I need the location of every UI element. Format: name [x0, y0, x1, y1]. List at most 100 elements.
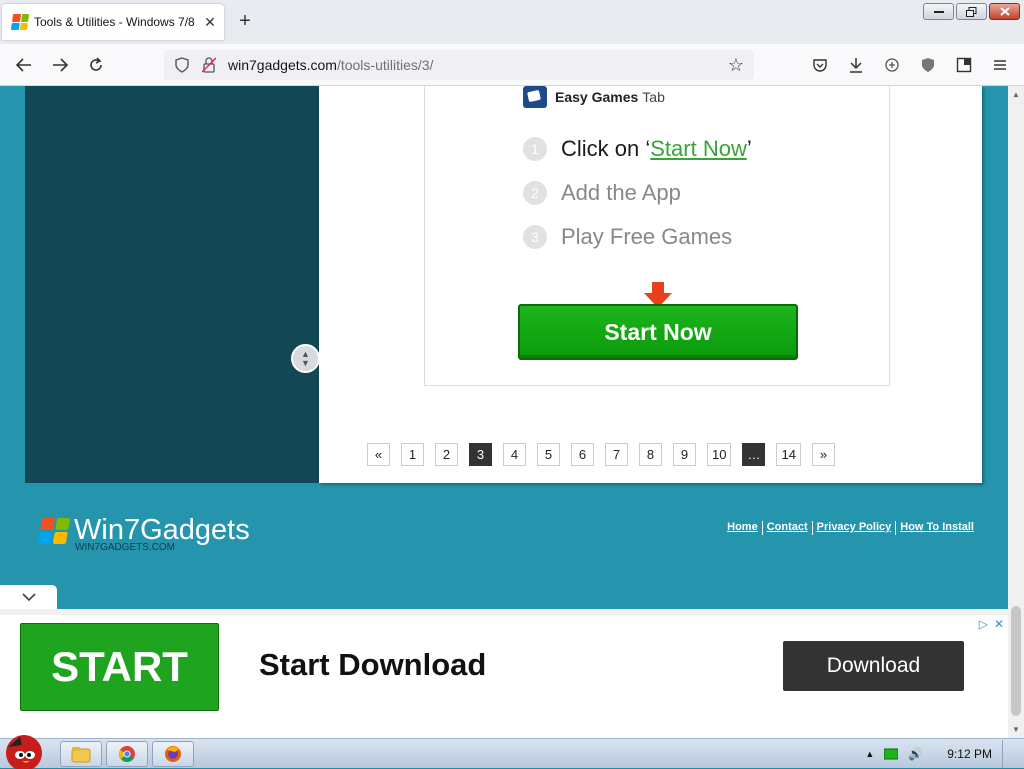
- scroll-toggle-button[interactable]: ▲ ▼: [291, 344, 320, 373]
- scrollbar-thumb[interactable]: [1011, 606, 1021, 716]
- restore-button[interactable]: [956, 3, 987, 20]
- download-icon: [850, 58, 862, 73]
- scroll-down-icon[interactable]: ▼: [1012, 725, 1020, 734]
- windows-flag-icon: [37, 518, 71, 544]
- page-14[interactable]: 14: [776, 443, 801, 466]
- minimize-icon: [933, 10, 944, 13]
- new-tab-button[interactable]: +: [234, 10, 256, 32]
- pocket-icon: [813, 59, 827, 72]
- back-arrow-icon: [16, 58, 31, 72]
- navigation-toolbar: win7gadgets.com/tools-utilities/3/ ☆: [0, 44, 1024, 86]
- tab-tools-utilities[interactable]: Tools & Utilities - Windows 7/8 ✕: [2, 4, 224, 40]
- ad-download-button[interactable]: Download: [783, 641, 964, 691]
- lock-warning-icon: [202, 57, 216, 73]
- minimize-button[interactable]: [923, 3, 954, 20]
- close-icon: [999, 7, 1010, 16]
- network-icon[interactable]: [884, 748, 899, 760]
- screenshot-button[interactable]: [952, 53, 976, 77]
- taskbar-firefox[interactable]: [152, 741, 194, 767]
- windows-taskbar: ▲ 🔊 9:12 PM: [0, 735, 1024, 769]
- window-controls: [923, 3, 1020, 20]
- folder-icon: [71, 747, 91, 763]
- tab-close-icon[interactable]: ✕: [202, 14, 218, 31]
- page-next[interactable]: »: [811, 443, 835, 466]
- menu-button[interactable]: [988, 53, 1012, 77]
- volume-icon[interactable]: 🔊: [908, 747, 923, 761]
- ad-close-icon[interactable]: ✕: [994, 617, 1004, 631]
- bottom-banner-ad: ▷ ✕ START Start Download Download: [0, 609, 1008, 738]
- tray-expand-icon[interactable]: ▲: [865, 749, 874, 759]
- extension-icon: [885, 58, 899, 72]
- page-10[interactable]: 10: [707, 443, 732, 466]
- page-3-current: 3: [469, 443, 492, 466]
- page-ellipsis: …: [742, 443, 766, 466]
- scroll-up-icon[interactable]: ▲: [1012, 90, 1020, 99]
- page-7[interactable]: 7: [605, 443, 628, 466]
- forward-button[interactable]: [48, 53, 72, 77]
- system-tray: ▲ 🔊 9:12 PM: [865, 739, 1014, 769]
- downloads-button[interactable]: [844, 53, 868, 77]
- pocket-button[interactable]: [808, 53, 832, 77]
- bookmark-star-icon[interactable]: ☆: [728, 55, 744, 76]
- page-8[interactable]: 8: [639, 443, 662, 466]
- chevron-down-icon: ▼: [301, 357, 310, 368]
- restore-icon: [966, 6, 977, 17]
- shield-icon: [175, 57, 189, 73]
- show-desktop-button[interactable]: [1002, 740, 1014, 768]
- page-2[interactable]: 2: [435, 443, 458, 466]
- web-page: Easy Games Tab 1 Click on ‘Start Now’ 2 A…: [0, 86, 1008, 738]
- back-button[interactable]: [12, 53, 36, 77]
- hamburger-menu-icon: [994, 60, 1006, 70]
- easy-games-ad: Easy Games Tab 1 Click on ‘Start Now’ 2 A…: [424, 86, 890, 386]
- footer-link-privacy[interactable]: Privacy Policy: [813, 521, 896, 535]
- page-4[interactable]: 4: [503, 443, 526, 466]
- screenshot-icon: [956, 57, 972, 73]
- ad-start-button[interactable]: START: [20, 623, 219, 711]
- forward-arrow-icon: [53, 58, 68, 72]
- taskbar-chrome[interactable]: [106, 741, 148, 767]
- address-bar[interactable]: win7gadgets.com/tools-utilities/3/ ☆: [164, 50, 754, 80]
- ad-choices-icon[interactable]: ▷: [979, 617, 988, 631]
- footer-link-install[interactable]: How To Install: [896, 521, 978, 535]
- windows-logo-icon: [10, 14, 30, 30]
- adblock-button[interactable]: [916, 53, 940, 77]
- shield-extension-icon: [922, 58, 934, 72]
- ad-step-1: 1 Click on ‘Start Now’: [523, 136, 752, 162]
- footer-link-contact[interactable]: Contact: [763, 521, 812, 535]
- ad-step-2: 2 Add the App: [523, 180, 681, 206]
- pagination: « 1 2 3 4 5 6 7 8 9 10 … 14 »: [367, 443, 835, 466]
- page-1[interactable]: 1: [401, 443, 424, 466]
- footer-links: Home Contact Privacy Policy How To Insta…: [723, 521, 978, 535]
- clock[interactable]: 9:12 PM: [947, 747, 992, 761]
- chrome-icon: [119, 746, 135, 762]
- ad-controls: ▷ ✕: [979, 617, 1004, 631]
- firefox-icon: [165, 746, 181, 762]
- page-6[interactable]: 6: [571, 443, 594, 466]
- footer-brand-sub: WIN7GADGETS.COM: [75, 542, 176, 553]
- start-now-link[interactable]: Start Now: [650, 136, 747, 162]
- url-text: win7gadgets.com/tools-utilities/3/: [228, 57, 434, 73]
- browser-window: Tools & Utilities - Windows 7/8 ✕ + win7…: [0, 0, 1024, 738]
- page-prev[interactable]: «: [367, 443, 390, 466]
- collapse-ad-button[interactable]: [0, 585, 57, 609]
- ad-step-3: 3 Play Free Games: [523, 224, 732, 250]
- footer-link-home[interactable]: Home: [723, 521, 762, 535]
- main-content: Easy Games Tab 1 Click on ‘Start Now’ 2 A…: [319, 86, 982, 483]
- page-9[interactable]: 9: [673, 443, 696, 466]
- close-window-button[interactable]: [989, 3, 1020, 20]
- easy-games-brand: Easy Games Tab: [523, 86, 665, 108]
- chevron-down-icon: [21, 593, 36, 601]
- tab-title: Tools & Utilities - Windows 7/8: [34, 15, 195, 29]
- taskbar-explorer[interactable]: [60, 741, 102, 767]
- extension-button[interactable]: [880, 53, 904, 77]
- start-button[interactable]: [0, 729, 52, 769]
- ad-headline: Start Download: [259, 647, 487, 682]
- page-5[interactable]: 5: [537, 443, 560, 466]
- vertical-scrollbar[interactable]: ▲ ▼: [1008, 86, 1024, 738]
- reload-button[interactable]: [84, 53, 108, 77]
- footer-logo[interactable]: Win7Gadgets WIN7GADGETS.COM: [37, 513, 250, 553]
- tab-strip: Tools & Utilities - Windows 7/8 ✕ +: [0, 0, 1024, 44]
- reload-icon: [90, 57, 102, 71]
- start-now-button[interactable]: Start Now: [518, 304, 798, 360]
- left-sidebar: [25, 86, 319, 483]
